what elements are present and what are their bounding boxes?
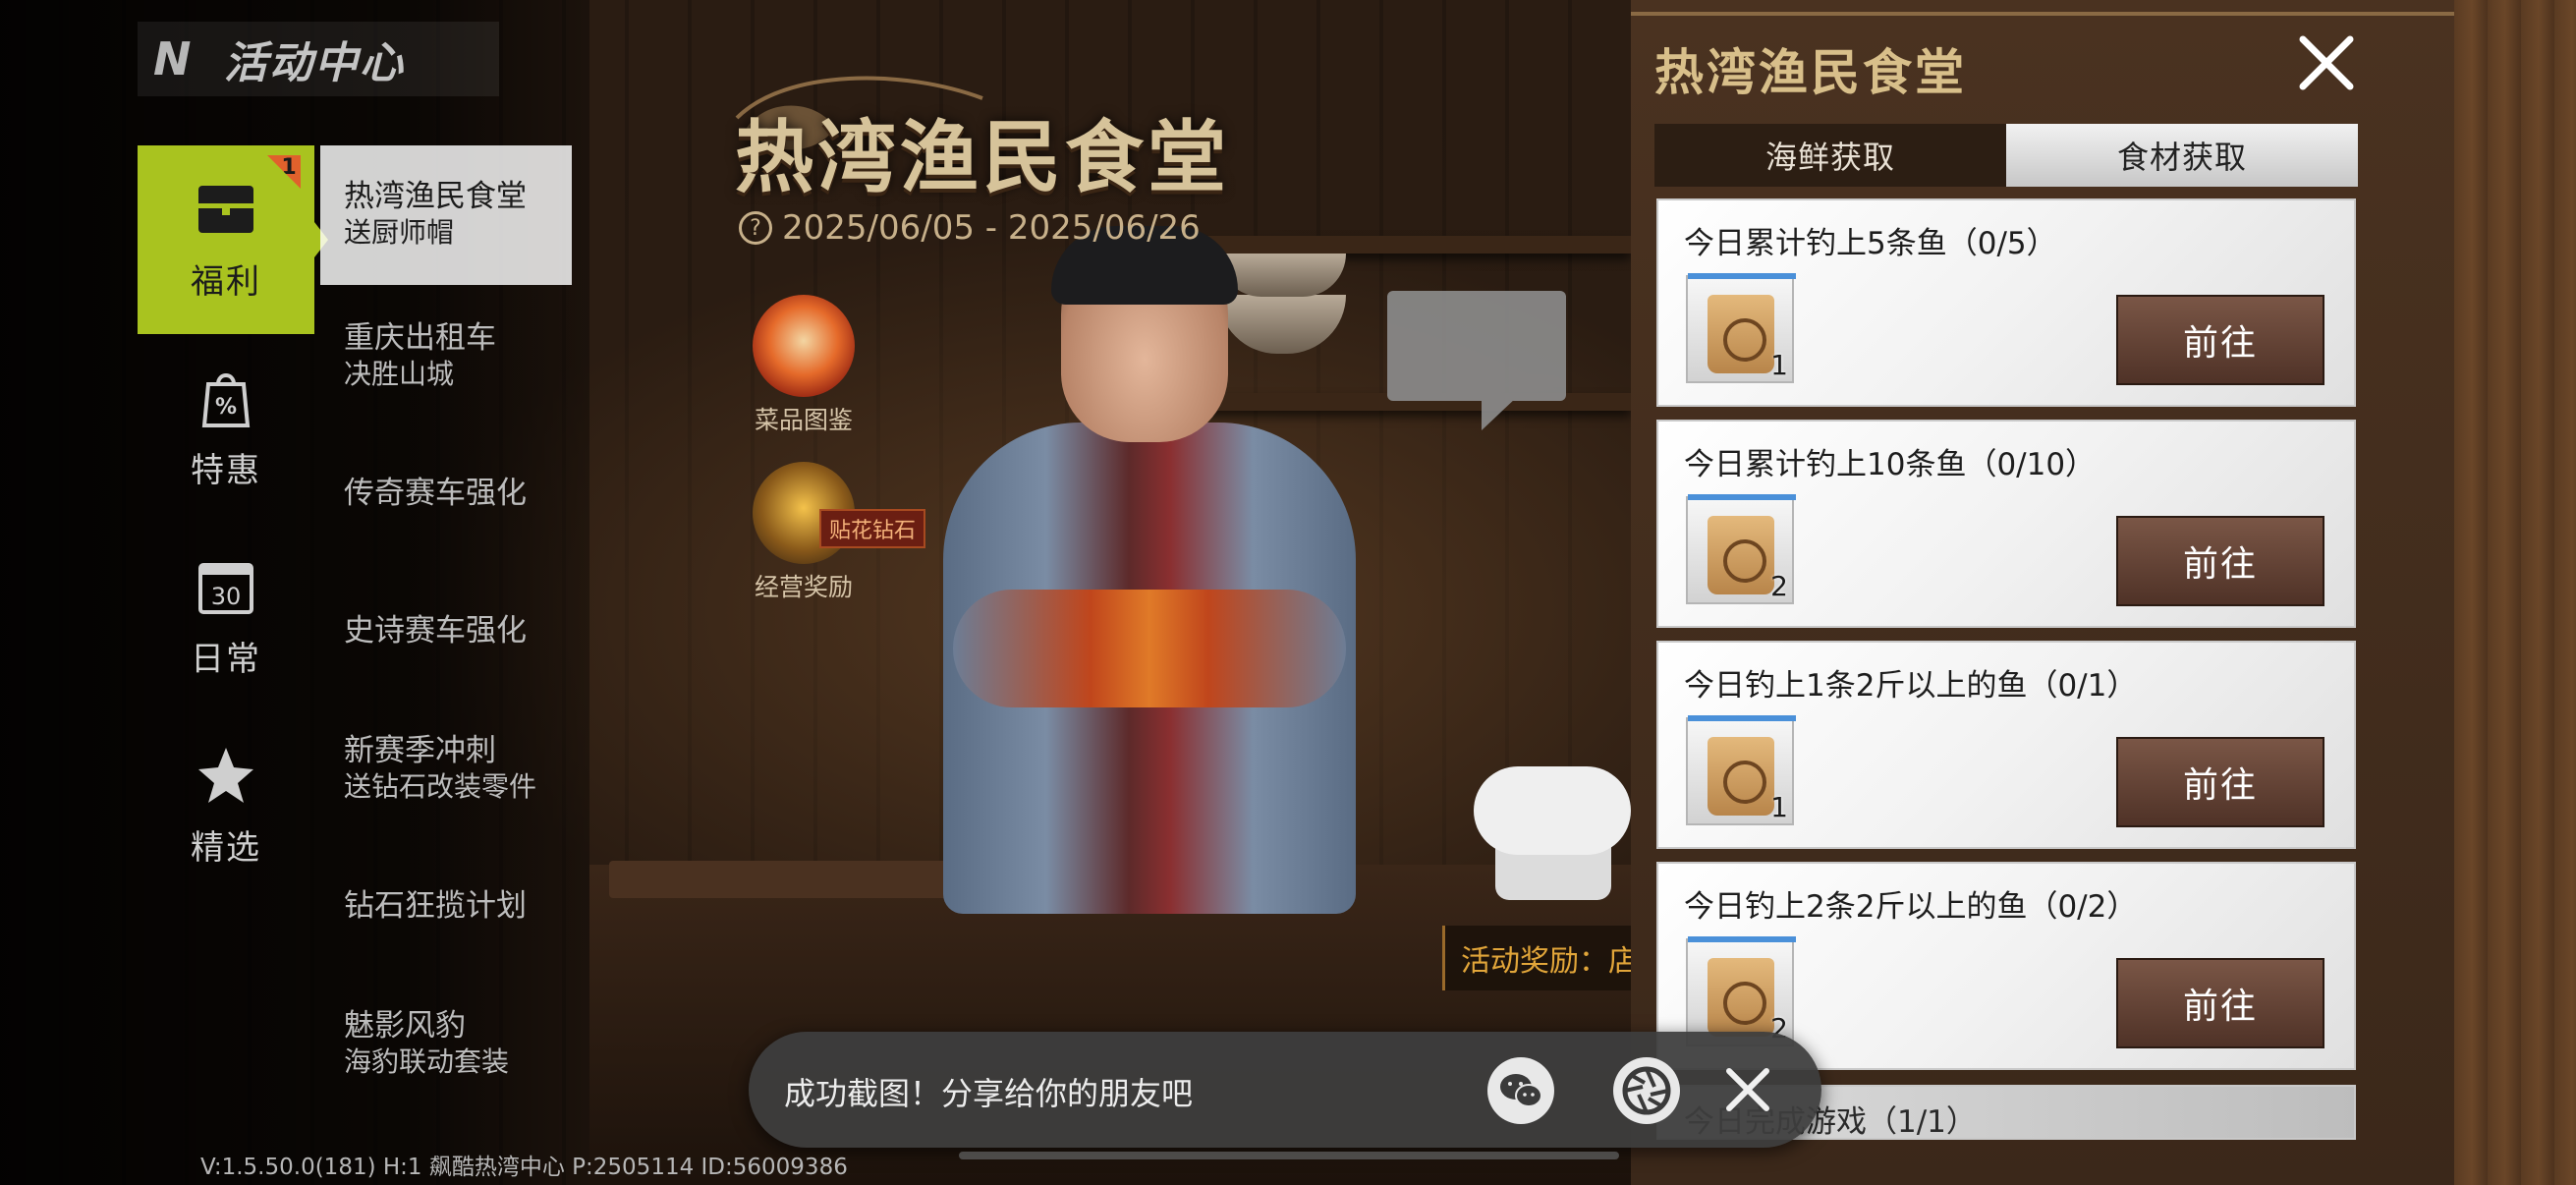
item-count: 1 xyxy=(1770,349,1788,381)
category-nav: 1 福利 % 特惠 30 日常 精选 xyxy=(138,145,328,900)
activity-list: 热湾渔民食堂 送厨师帽 重庆出租车 决胜山城 传奇赛车强化 史诗赛车强化 新赛季… xyxy=(320,145,572,1110)
reward-item[interactable]: 2 xyxy=(1686,936,1796,1046)
task-card: 今日累计钓上10条鱼（0/10） 2 前往 xyxy=(1656,420,2356,628)
ingredient-bag-icon xyxy=(1708,295,1774,373)
gift-box-icon xyxy=(198,185,253,233)
category-label: 福利 xyxy=(191,261,261,302)
item-count: 2 xyxy=(1770,570,1788,602)
ingredient-bag-icon xyxy=(1708,958,1774,1037)
activity-item[interactable]: 钻石狂揽计划 xyxy=(320,835,572,973)
reward-item[interactable]: 2 xyxy=(1686,494,1796,604)
go-button[interactable]: 前往 xyxy=(2116,295,2324,385)
screenshot-share-toast: 成功截图！分享给你的朋友吧 xyxy=(749,1032,1821,1148)
dish-catalog-button[interactable]: 菜品图鉴 xyxy=(735,295,872,436)
scrollbar[interactable] xyxy=(959,1152,1619,1159)
activity-title: 史诗赛车强化 xyxy=(344,613,527,649)
activity-subtitle: 决胜山城 xyxy=(344,358,455,390)
item-count: 1 xyxy=(1770,791,1788,823)
close-icon[interactable] xyxy=(1711,1053,1784,1126)
event-date: ? 2025/06/05 - 2025/06/26 xyxy=(739,208,1201,248)
game-logo-icon: N xyxy=(153,32,192,85)
ingredient-bag-icon xyxy=(1708,737,1774,816)
calendar-icon: 30 xyxy=(198,562,253,614)
activity-item[interactable]: 魅影风豹 海豹联动套装 xyxy=(320,973,572,1110)
page-title: 活动中心 xyxy=(224,38,405,88)
activity-title: 新赛季冲刺 xyxy=(344,733,496,768)
wood-wall-decoration xyxy=(2454,0,2576,1185)
close-icon[interactable] xyxy=(2293,29,2360,96)
toast-message: 成功截图！分享给你的朋友吧 xyxy=(784,1075,1194,1112)
category-label: 精选 xyxy=(191,827,261,868)
activity-item[interactable]: 热湾渔民食堂 送厨师帽 xyxy=(320,145,572,285)
task-title: 今日累计钓上5条鱼（0/5） xyxy=(1684,226,2057,261)
go-button[interactable]: 前往 xyxy=(2116,958,2324,1048)
task-card: 今日钓上1条2斤以上的鱼（0/1） 1 前往 xyxy=(1656,641,2356,849)
task-title: 今日累计钓上10条鱼（0/10） xyxy=(1684,447,2097,482)
share-wechat-button[interactable] xyxy=(1487,1057,1554,1124)
activity-title: 热湾渔民食堂 xyxy=(344,179,527,214)
reward-item[interactable]: 1 xyxy=(1686,715,1796,825)
category-deals[interactable]: % 特惠 xyxy=(138,334,314,523)
category-daily[interactable]: 30 日常 xyxy=(138,523,314,711)
star-icon xyxy=(198,747,253,803)
tab-seafood[interactable]: 海鲜获取 xyxy=(1654,124,2006,187)
activity-item[interactable]: 新赛季冲刺 送钻石改装零件 xyxy=(320,698,572,835)
task-title: 今日钓上1条2斤以上的鱼（0/1） xyxy=(1684,668,2138,704)
event-title: 热湾渔民食堂 xyxy=(735,112,1230,203)
panel-tabs: 海鲜获取 食材获取 xyxy=(1654,124,2358,187)
chef-hat-decoration xyxy=(1474,766,1631,904)
go-button[interactable]: 前往 xyxy=(2116,737,2324,827)
discount-bag-icon: % xyxy=(201,372,251,427)
activity-reward-strip[interactable]: 活动奖励：店 xyxy=(1442,926,1631,990)
speech-bubble xyxy=(1387,291,1566,430)
tab-ingredients[interactable]: 食材获取 xyxy=(2006,124,2358,187)
shutter-button[interactable] xyxy=(1613,1057,1680,1124)
noodle-bowl-icon xyxy=(753,295,855,397)
svg-text:%: % xyxy=(215,395,237,420)
activity-item[interactable]: 传奇赛车强化 xyxy=(320,423,572,560)
wechat-icon xyxy=(1500,1074,1542,1107)
activity-title: 重庆出租车 xyxy=(344,320,496,356)
activity-title: 钻石狂揽计划 xyxy=(344,888,527,924)
app-header: N 活动中心 xyxy=(138,22,499,96)
dish-catalog-label: 菜品图鉴 xyxy=(754,406,853,434)
help-icon[interactable]: ? xyxy=(739,211,772,245)
version-info: V:1.5.50.0(181) H:1 飙酷热湾中心 P:2505114 ID:… xyxy=(200,1155,848,1180)
notification-badge: 1 xyxy=(267,155,301,189)
activity-title: 魅影风豹 xyxy=(344,1008,466,1044)
reward-item[interactable]: 1 xyxy=(1686,273,1796,383)
category-label: 特惠 xyxy=(191,450,261,490)
business-reward-label: 经营奖励 xyxy=(754,573,853,601)
task-card: 今日累计钓上5条鱼（0/5） 1 前往 xyxy=(1656,198,2356,407)
camera-shutter-icon xyxy=(1622,1066,1671,1115)
event-date-range: 2025/06/05 - 2025/06/26 xyxy=(782,208,1201,248)
ingredient-bag-icon xyxy=(1708,516,1774,594)
activity-subtitle: 海豹联动套装 xyxy=(344,1045,510,1078)
panel-title: 热湾渔民食堂 xyxy=(1654,44,1967,101)
category-welfare[interactable]: 1 福利 xyxy=(138,145,328,334)
svg-text:30: 30 xyxy=(211,583,242,610)
business-reward-button[interactable]: 贴花钻石 经营奖励 xyxy=(735,462,926,603)
activity-subtitle: 送钻石改装零件 xyxy=(344,770,537,803)
category-featured[interactable]: 精选 xyxy=(138,711,314,900)
activity-item[interactable]: 重庆出租车 决胜山城 xyxy=(320,285,572,423)
activity-item[interactable]: 史诗赛车强化 xyxy=(320,560,572,698)
category-label: 日常 xyxy=(191,639,261,679)
go-button[interactable]: 前往 xyxy=(2116,516,2324,606)
activity-subtitle: 送厨师帽 xyxy=(344,216,455,249)
chef-character xyxy=(943,226,1356,914)
reward-tag: 贴花钻石 xyxy=(819,509,926,548)
activity-title: 传奇赛车强化 xyxy=(344,476,527,511)
task-title: 今日钓上2条2斤以上的鱼（0/2） xyxy=(1684,889,2138,925)
